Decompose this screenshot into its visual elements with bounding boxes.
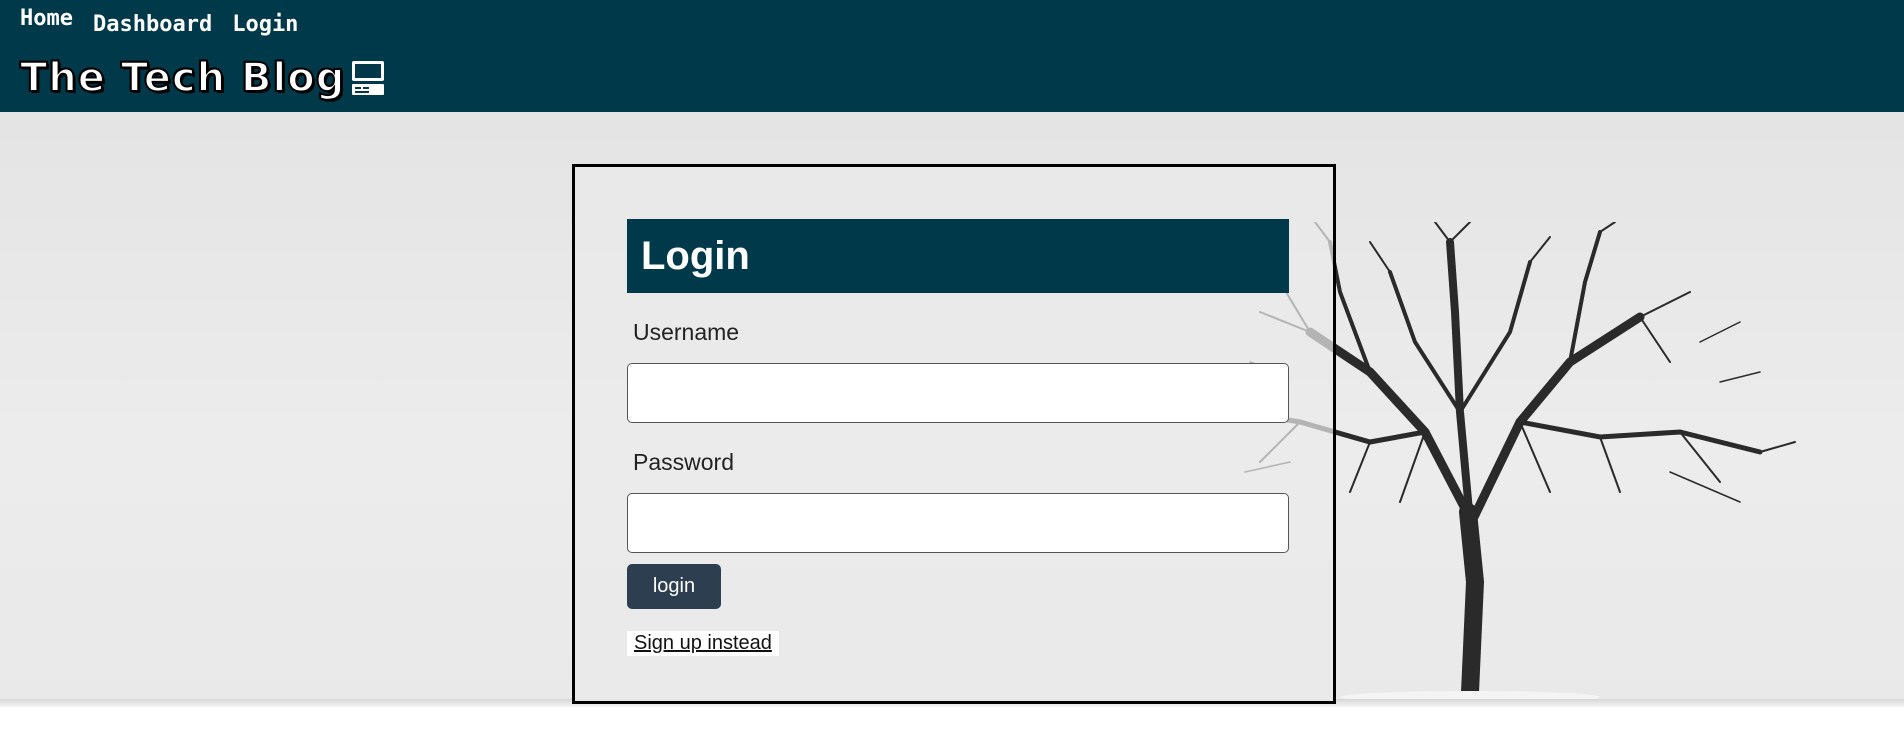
- password-label: Password: [633, 449, 734, 475]
- top-nav: Home Dashboard Login: [20, 6, 298, 37]
- nav-login-link[interactable]: Login: [232, 12, 298, 37]
- login-button[interactable]: login: [627, 564, 721, 609]
- hero-background: Login Username Password login Sign up in…: [0, 112, 1904, 707]
- site-brand: The Tech Blog: [19, 52, 385, 104]
- login-title: Login: [627, 219, 1289, 293]
- signup-link[interactable]: Sign up instead: [627, 631, 779, 656]
- password-input[interactable]: [627, 493, 1289, 553]
- login-card: Login Username Password login Sign up in…: [572, 164, 1336, 704]
- site-header: Home Dashboard Login The Tech Blog: [0, 0, 1904, 112]
- username-input[interactable]: [627, 363, 1289, 423]
- site-title: The Tech Blog: [19, 54, 346, 102]
- username-label: Username: [633, 319, 740, 345]
- nav-dashboard-link[interactable]: Dashboard: [93, 12, 212, 37]
- computer-icon: [351, 60, 385, 96]
- nav-home-link[interactable]: Home: [20, 6, 73, 37]
